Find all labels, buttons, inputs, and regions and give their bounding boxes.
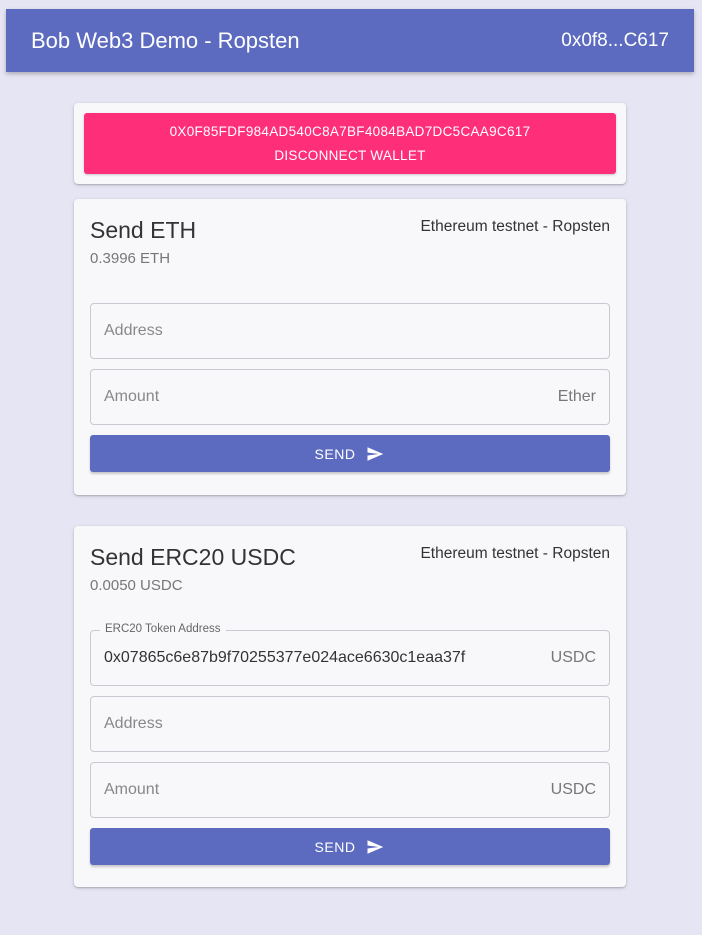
eth-amount-input[interactable] xyxy=(104,370,544,424)
send-eth-button[interactable]: SEND xyxy=(90,435,610,472)
token-address-input[interactable] xyxy=(104,631,544,685)
erc20-amount-input[interactable] xyxy=(104,763,544,817)
eth-address-field xyxy=(90,303,610,359)
erc20-address-field xyxy=(90,696,610,752)
wallet-card: 0X0F85FDF984AD540C8A7BF4084BAD7DC5CAA9C6… xyxy=(74,103,626,184)
send-icon xyxy=(367,839,384,854)
send-eth-title: Send ETH xyxy=(90,217,197,243)
send-icon xyxy=(367,446,384,461)
network-label: Ethereum testnet - Ropsten xyxy=(420,545,610,562)
disconnect-wallet-button[interactable]: 0X0F85FDF984AD540C8A7BF4084BAD7DC5CAA9C6… xyxy=(84,113,616,174)
eth-address-input[interactable] xyxy=(104,304,544,358)
erc20-amount-field: USDC xyxy=(90,762,610,818)
send-erc20-card: Send ERC20 USDC Ethereum testnet - Ropst… xyxy=(74,526,626,887)
disconnect-label: DISCONNECT WALLET xyxy=(274,148,426,163)
send-erc20-button[interactable]: SEND xyxy=(90,828,610,865)
eth-balance: 0.3996 ETH xyxy=(90,250,171,267)
send-erc20-label: SEND xyxy=(314,838,356,855)
send-eth-card: Send ETH Ethereum testnet - Ropsten 0.39… xyxy=(74,199,626,495)
erc20-amount-unit: USDC xyxy=(550,781,596,798)
token-address-field: ERC20 Token Address USDC xyxy=(90,623,610,686)
erc20-address-input[interactable] xyxy=(104,697,544,751)
send-eth-label: SEND xyxy=(314,445,356,462)
app-title: Bob Web3 Demo - Ropsten xyxy=(31,27,300,53)
network-label: Ethereum testnet - Ropsten xyxy=(420,218,610,235)
eth-amount-unit: Ether xyxy=(557,388,596,405)
send-erc20-title: Send ERC20 USDC xyxy=(90,544,296,570)
eth-amount-field: Ether xyxy=(90,369,610,425)
wallet-address: 0X0F85FDF984AD540C8A7BF4084BAD7DC5CAA9C6… xyxy=(169,124,531,139)
app-bar: Bob Web3 Demo - Ropsten 0x0f8...C617 xyxy=(6,9,694,72)
usdc-balance: 0.0050 USDC xyxy=(90,577,183,594)
account-address[interactable]: 0x0f8...C617 xyxy=(561,30,669,52)
token-unit: USDC xyxy=(550,649,596,666)
